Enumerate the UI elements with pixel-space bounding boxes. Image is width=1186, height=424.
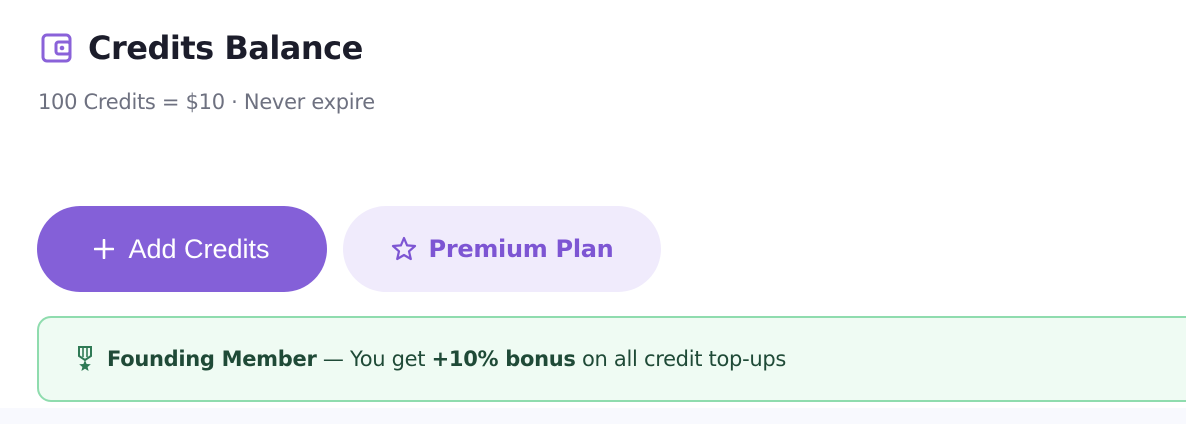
banner-text-middle: — You get: [316, 347, 432, 371]
add-credits-button[interactable]: Add Credits: [37, 206, 327, 292]
star-icon: [391, 236, 417, 262]
founding-member-banner: Founding Member — You get +10% bonus on …: [37, 316, 1186, 402]
medal-icon: [75, 298, 107, 420]
page-header: Credits Balance: [40, 28, 363, 68]
founding-member-label: Founding Member: [107, 347, 317, 371]
page-background: [0, 408, 1186, 424]
plus-icon: [94, 239, 115, 259]
add-credits-label: Add Credits: [128, 233, 270, 264]
premium-plan-button[interactable]: Premium Plan: [343, 206, 661, 292]
premium-plan-label: Premium Plan: [428, 235, 614, 263]
page-title: Credits Balance: [88, 29, 363, 67]
wallet-icon: [40, 31, 74, 65]
credits-subtitle: 100 Credits = $10 · Never expire: [38, 90, 375, 114]
bonus-highlight: +10% bonus: [431, 347, 576, 371]
banner-text-end: on all credit top-ups: [575, 347, 787, 371]
